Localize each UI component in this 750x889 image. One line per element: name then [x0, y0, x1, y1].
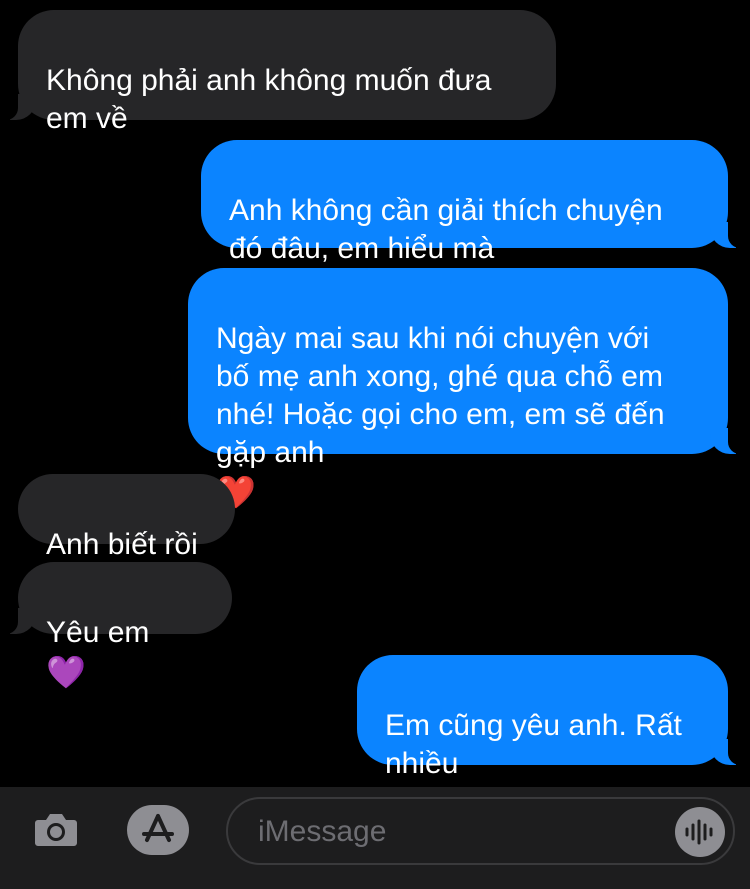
audio-record-button[interactable] — [675, 807, 725, 857]
imessage-input[interactable]: iMessage — [226, 797, 735, 865]
message-thread: Không phải anh không muốn đưa em về Anh … — [0, 0, 750, 821]
camera-icon — [35, 814, 77, 846]
message-bubble-received[interactable]: Không phải anh không muốn đưa em về — [4, 10, 556, 135]
message-bubble-sent[interactable]: Anh không cần giải thích chuyện đó đâu, … — [201, 140, 742, 265]
message-text: Anh biết rồi — [46, 528, 198, 561]
message-bubble-received[interactable]: Anh biết rồi — [18, 474, 235, 561]
message-text: Anh không cần giải thích chuyện đó đâu, … — [229, 194, 663, 265]
message-text: Không phải anh không muốn đưa em về — [46, 64, 492, 135]
message-bubble-sent[interactable]: Em cũng yêu anh. Rất nhiều ❣️ ❣️ — [357, 655, 742, 821]
app-store-button[interactable] — [127, 805, 189, 855]
message-text: Ngày mai sau khi nói chuyện với bố mẹ an… — [216, 322, 665, 469]
message-text: Em cũng yêu anh. Rất nhiều — [385, 709, 682, 780]
purple-heart-emoji: 💜 — [46, 653, 86, 691]
audio-waveform-icon — [685, 819, 713, 845]
message-bubble-received[interactable]: Yêu em 💜 — [4, 562, 232, 691]
message-text: Yêu em — [46, 616, 150, 649]
imessage-placeholder: iMessage — [258, 815, 387, 848]
message-bubble-sent[interactable]: Ngày mai sau khi nói chuyện với bố mẹ an… — [188, 268, 742, 511]
camera-button[interactable] — [32, 806, 80, 854]
app-store-icon — [142, 814, 174, 842]
